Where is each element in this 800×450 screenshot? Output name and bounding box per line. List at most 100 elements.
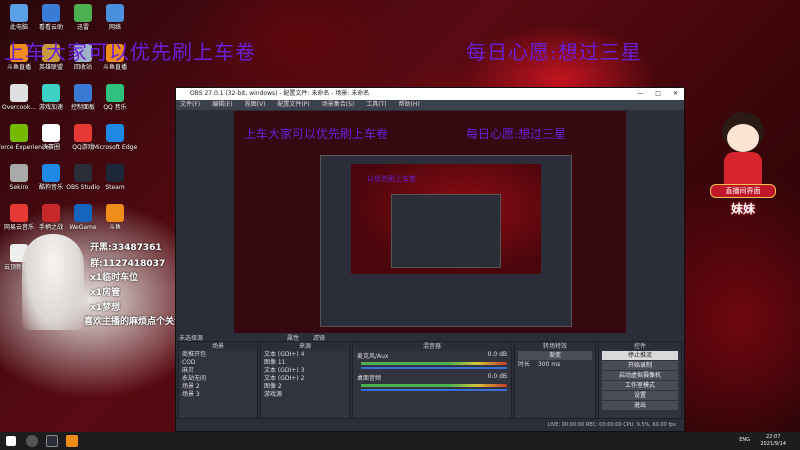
scene-item[interactable]: 永劫无间 [179,375,257,383]
search-icon[interactable] [26,435,38,447]
app-icon [10,204,28,222]
app-icon [10,164,28,182]
obs-titlebar[interactable]: OBS 27.0.1 (32-bit, windows) - 配置文件: 未命名… [176,88,684,100]
desktop-icon[interactable]: GeForce Experience [0,124,49,158]
desktop-icon-label: 网易云音乐 [3,224,34,231]
source-item[interactable]: 图像 2 [261,383,349,391]
danmu-line: 开黑:33487361 [90,243,162,253]
obs-preview[interactable]: 上车大家可以优先刷上车卷 每日心愿:想过三星 以优先刷上车卷 [234,111,626,333]
menu-edit[interactable]: 编辑(E) [212,100,232,110]
close-icon[interactable]: ✕ [673,88,678,100]
duration-input[interactable]: 300 ms [538,361,560,368]
menu-tools[interactable]: 工具(T) [366,100,386,110]
desktop-icon-label: Sekiro [9,184,29,191]
menu-file[interactable]: 文件(F) [180,100,200,110]
danmu-line: 喜欢主播的麻烦点个关注 [84,317,184,327]
desktop-icon[interactable]: 决赛圈 [34,124,68,158]
exit-button[interactable]: 退出 [602,401,678,410]
obs-statusbar: LIVE: 00:00:00 REC: 00:00:00 CPU: 9.5%, … [176,418,684,431]
desktop-icon[interactable]: Microsoft Edge [93,124,137,158]
desktop-icon[interactable]: 游戏加速 [34,84,68,118]
desktop-icon[interactable]: Overcook... [2,84,36,118]
obs-menubar: 文件(F) 编辑(E) 视图(V) 配置文件(P) 场景集合(S) 工具(T) … [176,100,684,110]
app-icon [74,84,92,102]
scene-item[interactable]: 场景 3 [179,391,257,399]
app-icon [10,4,28,22]
virtual-camera-button[interactable]: 启动虚拟摄像机 [602,371,678,380]
desktop-icon[interactable]: 此电脑 [2,4,36,38]
studio-mode-button[interactable]: 工作室模式 [602,381,678,390]
menu-help[interactable]: 帮助(H) [399,100,420,110]
language-indicator[interactable]: ENG [739,437,750,443]
desktop-icon[interactable]: 控制面板 [66,84,100,118]
desktop-icon-label: QQ游戏 [72,144,94,151]
stop-streaming-button[interactable]: 停止推流 [602,351,678,360]
desktop-icon[interactable]: Steam [98,164,132,198]
app-icon [106,4,124,22]
source-item[interactable]: 文本 (GDI+) 2 [261,375,349,383]
source-item[interactable]: 文本 (GDI+) 3 [261,367,349,375]
taskbar-clock[interactable]: 22:07 2021/9/14 [760,434,786,448]
desktop-icon[interactable]: QQ游戏 [66,124,100,158]
volume-slider[interactable] [361,367,507,369]
desktop-icon-label: Steam [105,184,125,191]
source-item[interactable]: 文本 (GDI+) 4 [261,351,349,359]
duration-label: 时长 [518,361,531,368]
desktop-icon[interactable]: Sekiro [2,164,36,198]
menu-scene-collection[interactable]: 场景集合(S) [322,100,355,110]
volume-slider[interactable] [361,389,507,391]
clock-time: 22:07 [765,434,781,440]
mixer-panel: 混音器 麦克风/Aux 0.0 dB 桌面音频 0.0 dB [352,341,512,419]
desktop-icon[interactable]: QQ 音乐 [98,84,132,118]
mascot-avatar: 直播间界面 妹妹 [710,108,776,220]
desktop-icon[interactable]: OBS Studio [66,164,100,198]
mascot-name: 妹妹 [730,202,755,216]
app-icon [42,4,60,22]
desktop-icon-label: 斗鱼 [108,224,121,231]
overlay-right-title: 每日心愿:想过三星 [466,40,642,64]
source-item[interactable]: 游戏源 [261,391,349,399]
scene-item[interactable]: 商推开包 [179,351,257,359]
desktop-icon[interactable]: 酷狗音乐 [34,164,68,198]
app-icon [42,164,60,182]
taskbar-app-douyu-icon[interactable] [66,435,78,447]
scenes-panel: 场景 商推开包 COD 麻贝 永劫无间 场景 2 场景 3 [178,341,258,419]
desktop-icon[interactable]: WeGame [66,204,100,238]
source-item[interactable]: 图像 11 [261,359,349,367]
desktop-icon[interactable]: 网络 [98,4,132,38]
desktop-icon[interactable]: 斗鱼 [98,204,132,238]
menu-profile[interactable]: 配置文件(P) [277,100,309,110]
desktop-icon[interactable]: 手柄之战 [34,204,68,238]
desktop-icon[interactable]: 看看云助 [34,4,68,38]
scene-item[interactable]: COD [179,359,257,367]
settings-button[interactable]: 设置 [602,391,678,400]
obs-window[interactable]: OBS 27.0.1 (32-bit, windows) - 配置文件: 未命名… [175,87,685,432]
desktop-icon-label: 英雄联盟 [38,64,63,71]
desktop-icon-label: 斗鱼直播 [102,64,127,71]
app-icon [74,164,92,182]
desktop-icon[interactable]: 网易云音乐 [2,204,36,238]
menu-view[interactable]: 视图(V) [245,100,266,110]
windows-start-icon[interactable] [6,436,16,446]
maximize-icon[interactable]: □ [655,88,661,100]
desktop-icon-label: 迅雷 [76,24,89,31]
mixer-label: 麦克风/Aux [357,353,389,360]
desktop-icon-label: 酷狗音乐 [38,184,63,191]
mascot-banner: 直播间界面 [710,184,776,198]
scene-item[interactable]: 麻贝 [179,367,257,375]
desktop-icon-label: 网络 [108,24,121,31]
desktop-icon-label: Microsoft Edge [92,144,138,151]
mixer-row: 桌面音频 0.0 dB [353,373,511,395]
desktop-icon-label: WeGame [69,224,97,231]
mixer-header: 混音器 [353,342,511,351]
app-icon [106,164,124,182]
minimize-icon[interactable]: — [637,88,643,100]
danmu-line: x1房管 [90,288,121,298]
start-recording-button[interactable]: 开始录制 [602,361,678,370]
desktop-icon[interactable]: 迅雷 [66,4,100,38]
transition-select[interactable]: 渐变 [518,351,592,360]
desktop-icon-label: OBS Studio [66,184,100,191]
scene-item[interactable]: 场景 2 [179,383,257,391]
taskbar-app-obs-icon[interactable] [46,435,58,447]
desktop-icon-label: 斗鱼直播 [6,64,31,71]
